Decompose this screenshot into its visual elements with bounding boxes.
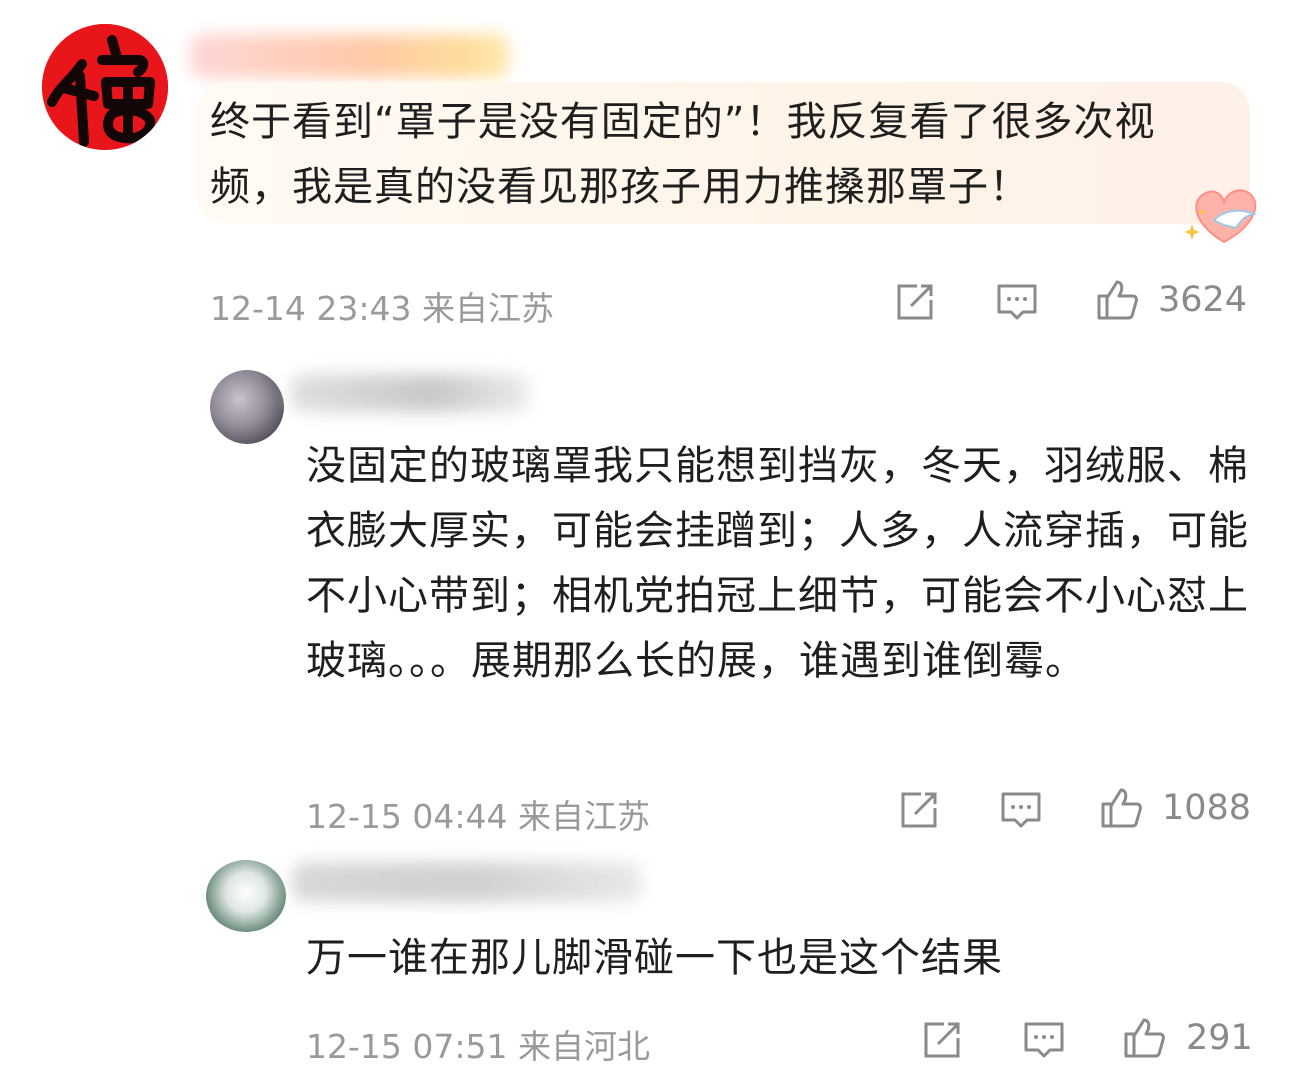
comment-date: 12-14 23:43	[210, 289, 412, 328]
share-button[interactable]	[920, 1018, 964, 1062]
comment-icon	[1024, 1022, 1064, 1058]
share-icon	[924, 1022, 960, 1058]
comment-text: 万一谁在那儿脚滑碰一下也是这个结果	[306, 935, 1003, 981]
username-blurred[interactable]	[290, 374, 530, 412]
comment-icon	[1001, 792, 1041, 828]
comment-text: 没固定的玻璃罩我只能想到挡灰，冬天，羽绒服、棉衣膨大厚实，可能会挂蹭到；人多，人…	[306, 443, 1249, 684]
share-icon	[901, 792, 937, 828]
fu-character-avatar-image	[42, 24, 168, 150]
share-icon	[897, 284, 933, 320]
comment-location: 来自河北	[517, 1027, 650, 1066]
username-blurred[interactable]	[292, 862, 642, 902]
comment-button[interactable]	[999, 788, 1043, 832]
like-count: 3624	[1158, 280, 1248, 320]
username-blurred[interactable]	[190, 34, 510, 78]
comment-date: 12-15 07:51	[306, 1027, 508, 1066]
like-count: 291	[1186, 1018, 1253, 1058]
avatar[interactable]	[42, 24, 168, 150]
comment-meta: 12-15 04:44 来自江苏	[306, 790, 650, 838]
like-button[interactable]	[1099, 786, 1143, 830]
share-button[interactable]	[893, 280, 937, 324]
comment-date: 12-15 04:44	[306, 797, 508, 836]
comment-icon	[997, 284, 1037, 320]
comment-text: 终于看到“罩子是没有固定的”！我反复看了很多次视频，我是真的没看见那孩子用力推搡…	[210, 99, 1156, 210]
like-button[interactable]	[1095, 278, 1139, 322]
comment-location: 来自江苏	[517, 797, 650, 836]
share-button[interactable]	[897, 788, 941, 832]
comment-location: 来自江苏	[421, 289, 554, 328]
comment-button[interactable]	[995, 280, 1039, 324]
like-count: 1088	[1162, 788, 1252, 828]
avatar[interactable]	[210, 370, 284, 444]
like-button[interactable]	[1122, 1016, 1166, 1060]
heart-dove-decoration-icon	[1184, 180, 1268, 250]
comment-meta: 12-14 23:43 来自江苏	[210, 282, 554, 330]
thumbs-up-icon	[1124, 1018, 1165, 1058]
thumbs-up-icon	[1097, 280, 1138, 320]
comment-button[interactable]	[1022, 1018, 1066, 1062]
thumbs-up-icon	[1101, 788, 1142, 828]
comment-meta: 12-15 07:51 来自河北	[306, 1020, 650, 1068]
avatar[interactable]	[206, 860, 286, 932]
